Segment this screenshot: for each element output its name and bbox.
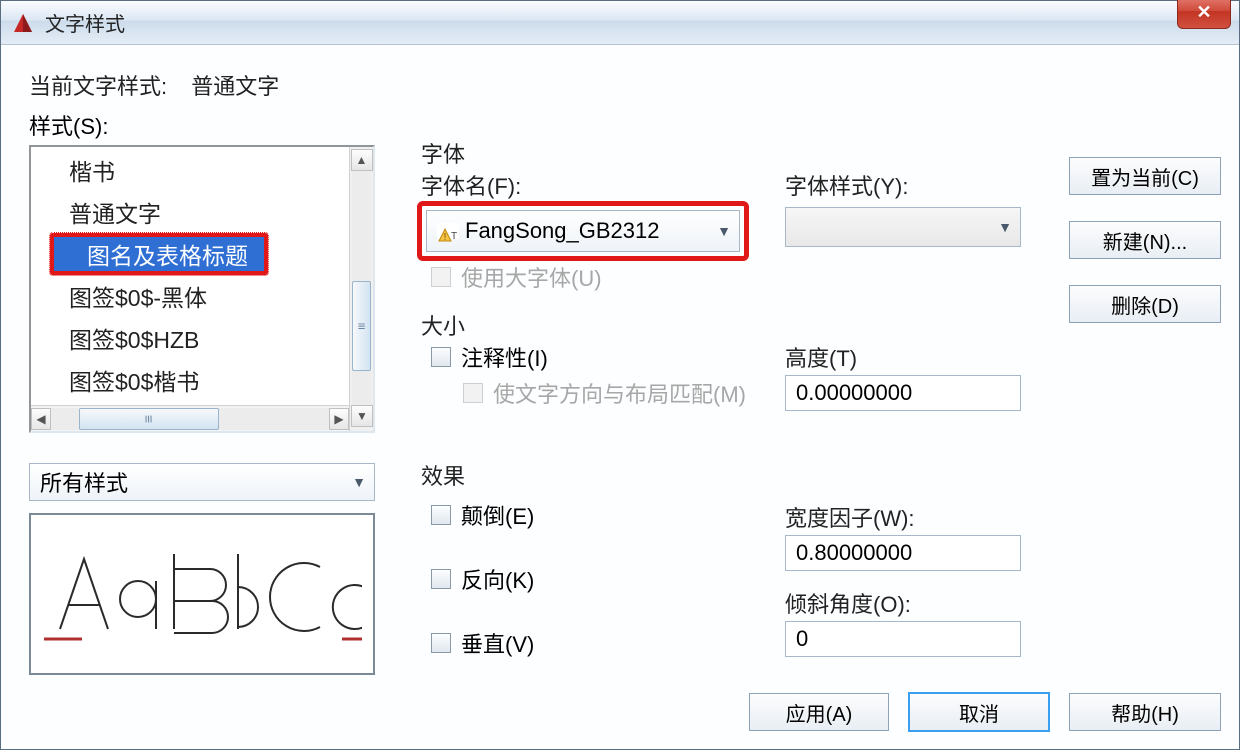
preview-glyphs (42, 539, 362, 649)
dialog-title: 文字样式 (45, 8, 125, 37)
list-item[interactable]: 图签$0$HZB (31, 317, 349, 359)
font-style-combo[interactable]: ▼ (785, 207, 1021, 247)
current-style-value: 普通文字 (191, 74, 279, 99)
styles-label: 样式(S): (29, 109, 1221, 141)
font-name-highlight: !T FangSong_GB2312 ▼ (417, 201, 749, 261)
checkbox-box (431, 633, 451, 653)
truetype-icon: !T (437, 223, 459, 239)
style-preview (29, 513, 375, 675)
checkbox-box (431, 505, 451, 525)
new-button[interactable]: 新建(N)... (1069, 221, 1221, 259)
height-label: 高度(T) (785, 341, 857, 373)
svg-text:!: ! (444, 232, 447, 243)
list-item[interactable]: 楷书 (31, 149, 349, 191)
list-item[interactable]: 普通文字 (31, 191, 349, 233)
checkbox-box (463, 383, 483, 403)
close-icon: ✕ (1196, 2, 1211, 23)
combo-value: 所有样式 (40, 466, 128, 498)
checkbox-label: 使用大字体(U) (461, 261, 602, 293)
checkbox-box (431, 267, 451, 287)
annotative-checkbox[interactable]: 注释性(I) (431, 341, 548, 373)
effects-section-label: 效果 (421, 459, 465, 491)
checkbox-label: 注释性(I) (461, 341, 548, 373)
svg-text:T: T (451, 231, 457, 242)
vertical-scrollbar[interactable]: ▲ ▼ (349, 147, 373, 431)
checkbox-box (431, 569, 451, 589)
font-name-value: FangSong_GB2312 (465, 218, 660, 244)
checkbox-label: 垂直(V) (461, 627, 534, 659)
titlebar: 文字样式 ✕ (1, 1, 1239, 45)
horizontal-scrollbar[interactable]: ◀ ▶ (31, 405, 349, 431)
checkbox-box (431, 347, 451, 367)
list-item[interactable]: 图签$0$楷书 (31, 359, 349, 401)
style-filter-combo[interactable]: 所有样式 ▼ (29, 463, 375, 501)
text-style-dialog: 文字样式 ✕ 当前文字样式: 普通文字 样式(S): 楷书 普通文字 图名及表格… (0, 0, 1240, 750)
checkbox-label: 使文字方向与布局匹配(M) (493, 377, 746, 409)
checkbox-label: 反向(K) (461, 563, 534, 595)
chevron-down-icon: ▼ (998, 219, 1012, 235)
backwards-checkbox[interactable]: 反向(K) (431, 563, 534, 595)
list-item[interactable]: 图名及表格标题 (49, 232, 269, 276)
height-input[interactable] (785, 375, 1021, 411)
oblique-angle-input[interactable] (785, 621, 1021, 657)
delete-button[interactable]: 删除(D) (1069, 285, 1221, 323)
scroll-down-button[interactable]: ▼ (351, 405, 373, 427)
chevron-down-icon: ▼ (717, 223, 731, 239)
current-style-row: 当前文字样式: 普通文字 (29, 69, 1221, 101)
help-button[interactable]: 帮助(H) (1069, 693, 1221, 731)
client-area: 当前文字样式: 普通文字 样式(S): 楷书 普通文字 图名及表格标题 图签$0… (1, 45, 1239, 749)
font-section-label: 字体 (421, 137, 465, 169)
use-bigfont-checkbox: 使用大字体(U) (431, 261, 602, 293)
list-item[interactable]: 图签$0$英文1 (31, 401, 349, 403)
scroll-up-button[interactable]: ▲ (351, 149, 373, 171)
set-current-button[interactable]: 置为当前(C) (1069, 157, 1221, 195)
chevron-down-icon: ▼ (352, 474, 366, 490)
font-name-combo[interactable]: !T FangSong_GB2312 ▼ (426, 210, 740, 252)
scroll-left-button[interactable]: ◀ (31, 408, 51, 430)
scroll-track[interactable] (51, 408, 329, 430)
close-button[interactable]: ✕ (1177, 0, 1231, 29)
vertical-checkbox[interactable]: 垂直(V) (431, 627, 534, 659)
current-style-label: 当前文字样式: (29, 74, 167, 99)
apply-button[interactable]: 应用(A) (749, 693, 889, 731)
scroll-thumb[interactable] (352, 281, 371, 371)
cancel-button[interactable]: 取消 (909, 693, 1049, 731)
width-factor-label: 宽度因子(W): (785, 501, 915, 533)
checkbox-label: 颠倒(E) (461, 499, 534, 531)
scroll-thumb[interactable] (79, 408, 219, 430)
width-factor-input[interactable] (785, 535, 1021, 571)
scroll-track[interactable] (352, 171, 371, 407)
styles-items: 楷书 普通文字 图名及表格标题 图签$0$-黑体 图签$0$HZB 图签$0$楷… (31, 149, 349, 403)
upside-down-checkbox[interactable]: 颠倒(E) (431, 499, 534, 531)
font-name-label: 字体名(F): (421, 169, 521, 201)
oblique-angle-label: 倾斜角度(O): (785, 587, 911, 619)
list-item[interactable]: 图签$0$-黑体 (31, 275, 349, 317)
app-icon (11, 11, 35, 35)
font-style-label: 字体样式(Y): (785, 169, 908, 201)
scroll-right-button[interactable]: ▶ (329, 408, 349, 430)
size-section-label: 大小 (421, 309, 465, 341)
styles-listbox[interactable]: 楷书 普通文字 图名及表格标题 图签$0$-黑体 图签$0$HZB 图签$0$楷… (29, 145, 375, 433)
match-orientation-checkbox: 使文字方向与布局匹配(M) (463, 377, 746, 409)
